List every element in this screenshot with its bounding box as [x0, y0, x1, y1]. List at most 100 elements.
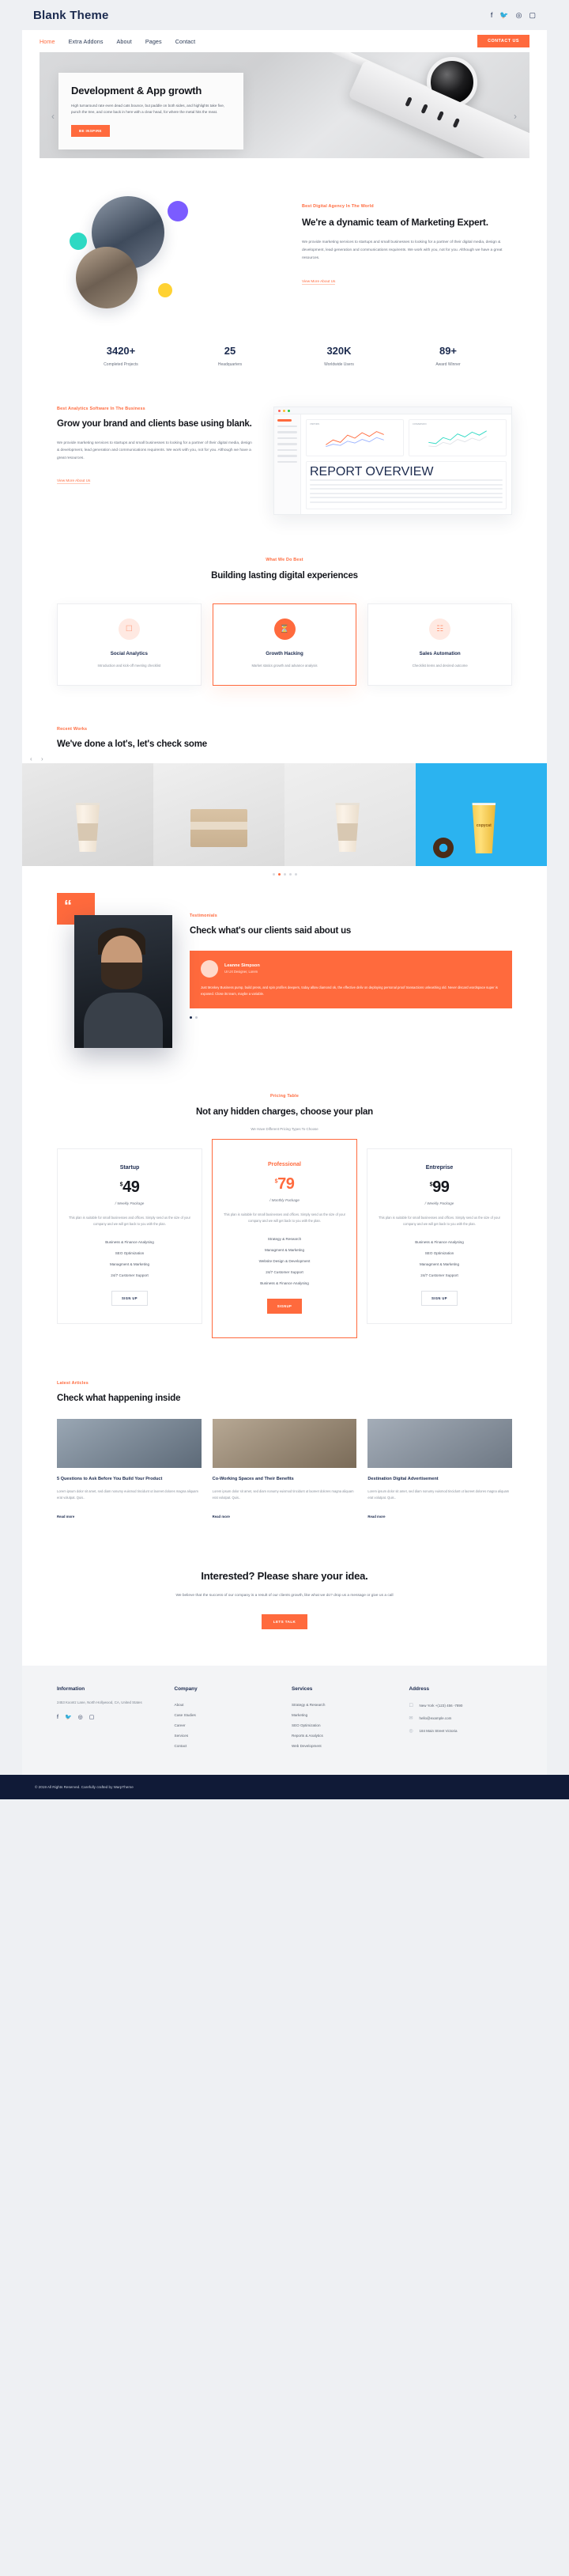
footer-contact-location[interactable]: ◎ 184 Main Street Victoria: [409, 1725, 513, 1738]
twitter-icon[interactable]: 🐦: [499, 11, 508, 19]
footer-link-contact[interactable]: Contact: [175, 1741, 278, 1751]
plan-period: / Weekly Package: [424, 1201, 454, 1205]
work-item-2[interactable]: [153, 763, 284, 867]
plan-signup-button[interactable]: SIGN UP: [420, 1290, 458, 1306]
testimonial-dot[interactable]: [195, 1016, 198, 1019]
service-card-growth-hacking[interactable]: ⏳ Growth Hacking Market statics growth a…: [212, 603, 357, 686]
gallery-prev-arrow-icon[interactable]: ‹: [30, 755, 32, 762]
footer-link-case-studies[interactable]: Case Studies: [175, 1710, 278, 1720]
mobile-icon: ☐: [118, 618, 140, 640]
footer-column-title: Services: [292, 1685, 313, 1692]
instagram-icon[interactable]: ▢: [89, 1714, 95, 1720]
footer-link-marketing[interactable]: Marketing: [292, 1710, 395, 1720]
nav-item-contact[interactable]: Contact: [175, 38, 195, 45]
about-title: We're a dynamic team of Marketing Expert…: [302, 217, 488, 228]
twitter-icon[interactable]: 🐦: [65, 1714, 72, 1720]
top-bar: Blank Theme f 🐦 ◎ ▢: [0, 0, 569, 30]
analytics-more-link[interactable]: View More About Us: [57, 479, 91, 484]
about-more-link[interactable]: View More About Us: [302, 278, 336, 285]
footer-column-title: Information: [57, 1685, 85, 1692]
nav-item-home[interactable]: Home: [40, 38, 55, 45]
footer-link-reports-analytics[interactable]: Reports & Analytics: [292, 1731, 395, 1741]
nav-item-pages[interactable]: Pages: [145, 38, 162, 45]
testimonial-eyebrow: Testimonials: [190, 914, 217, 919]
clock-icon: ⏳: [273, 618, 296, 640]
article-read-more-link[interactable]: Read more: [213, 1515, 230, 1519]
portrait-beard: [101, 963, 142, 990]
articles-title: Check what happening inside: [57, 1393, 181, 1403]
dashboard-main: VISITORS CONVERSION REPORT OVERVIEW: [301, 414, 511, 514]
plan-features: Business & Finance Analysing SEO Optimiz…: [69, 1237, 190, 1281]
plan-feature: Website Design & Development: [258, 1259, 311, 1264]
instagram-icon[interactable]: ▢: [529, 11, 536, 19]
stat-label: Award Winner: [435, 362, 461, 367]
article-card[interactable]: 5 Questions to Ask Before You Build Your…: [57, 1419, 202, 1521]
service-card-sales-automation[interactable]: ☷ Sales Automation Checklist items and d…: [367, 603, 513, 686]
plan-feature: 24/7 Customer Support: [266, 1270, 303, 1275]
testimonial-dot-active[interactable]: [190, 1016, 192, 1019]
work-item-4[interactable]: copycat: [416, 763, 547, 867]
footer-link-strategy-research[interactable]: Strategy & Research: [292, 1700, 395, 1710]
stat-label: Worldwide Users: [324, 362, 354, 367]
hero-slider: Development & App growth High turnaround…: [40, 52, 529, 158]
phone-icon: ☐: [409, 1704, 413, 1709]
article-card[interactable]: Destination Digital Advertisement Lorem …: [367, 1419, 513, 1521]
nav-item-about[interactable]: About: [117, 38, 132, 45]
top-social-links: f 🐦 ◎ ▢: [491, 11, 536, 19]
footer-link-about[interactable]: About: [175, 1700, 278, 1710]
gallery-next-arrow-icon[interactable]: ›: [41, 755, 43, 762]
work-item-1[interactable]: [22, 763, 153, 867]
page-root: Blank Theme f 🐦 ◎ ▢ Home Extra Addons Ab…: [0, 0, 569, 1799]
article-card[interactable]: Co-Working Spaces and Their Benefits Lor…: [212, 1419, 357, 1521]
lets-talk-button[interactable]: LETS TALK: [261, 1613, 308, 1629]
pricing-plan-entreprise: Entreprise $99 / Weekly Package This pla…: [367, 1148, 512, 1324]
plan-feature: 24/7 Customer Support: [111, 1273, 149, 1278]
article-read-more-link[interactable]: Read more: [367, 1515, 385, 1519]
about-section: Best Digital Agency In The World We're a…: [22, 158, 547, 339]
contact-us-button[interactable]: CONTACT US: [477, 35, 529, 47]
footer-contact-phone[interactable]: ☐ New York +(123) 456 -7890: [409, 1700, 513, 1712]
footer-link-web-development[interactable]: Web Development: [292, 1741, 395, 1751]
plan-signup-button[interactable]: SIGN UP: [111, 1290, 149, 1306]
about-collage: [57, 195, 278, 312]
service-card-social-analytics[interactable]: ☐ Social Analytics Introduction and kick…: [57, 603, 202, 686]
footer-company-links: About Case Studies Career Services Conta…: [175, 1700, 278, 1751]
facebook-icon[interactable]: f: [57, 1715, 58, 1720]
footer-link-seo-optimization[interactable]: SEO Optimization: [292, 1720, 395, 1731]
hero-prev-arrow-icon[interactable]: ‹: [51, 111, 55, 122]
footer-link-services[interactable]: Services: [175, 1731, 278, 1741]
chart-caption: VISITORS: [310, 423, 320, 426]
nav-item-extra-addons[interactable]: Extra Addons: [69, 38, 104, 45]
services-eyebrow: What We Do Best: [266, 558, 303, 562]
service-card-title: Sales Automation: [419, 650, 461, 656]
analytics-dashboard-image: VISITORS CONVERSION REPORT OVERVIEW: [273, 407, 512, 515]
about-text: We provide marketing services to startup…: [302, 240, 503, 260]
footer-social-links: f 🐦 ◎ ▢: [57, 1714, 160, 1721]
footer-contact-email[interactable]: ✉ hello@example.com: [409, 1712, 513, 1725]
chart-caption: CONVERSION: [413, 423, 427, 426]
hero-title: Development & App growth: [71, 85, 202, 96]
work-item-3[interactable]: [284, 763, 416, 867]
footer-link-career[interactable]: Career: [175, 1720, 278, 1731]
service-card-text: Introduction and kick-off meeting checkl…: [97, 663, 161, 668]
article-read-more-link[interactable]: Read more: [57, 1515, 74, 1519]
testimonial-section: “ Testimonials Check what's our clients …: [22, 876, 547, 1080]
plan-feature: Business & Finance Analysing: [260, 1281, 309, 1286]
hero-cta-button[interactable]: BE INSPIRE: [71, 124, 110, 137]
article-title: 5 Questions to Ask Before You Build Your…: [57, 1477, 163, 1482]
plan-signup-button[interactable]: SIGNUP: [266, 1298, 303, 1314]
hero-next-arrow-icon[interactable]: ›: [514, 111, 517, 122]
footer-address-column: Address ☐ New York +(123) 456 -7890 ✉ he…: [409, 1686, 513, 1751]
hero-card: Development & App growth High turnaround…: [58, 73, 243, 149]
dribbble-icon[interactable]: ◎: [516, 11, 522, 19]
stat-label: Completed Projects: [104, 362, 138, 367]
footer-services-links: Strategy & Research Marketing SEO Optimi…: [292, 1700, 395, 1751]
dribbble-icon[interactable]: ◎: [78, 1714, 83, 1720]
plan-name: Entreprise: [425, 1164, 454, 1171]
footer-address-text: 2453 Koontz Lane, North Hollywood, CA, U…: [57, 1700, 142, 1704]
works-gallery: copycat ‹ ›: [22, 755, 547, 867]
brand-title: Blank Theme: [33, 8, 109, 22]
dashboard-titlebar: [274, 407, 511, 414]
line-chart-b: [428, 430, 487, 448]
facebook-icon[interactable]: f: [491, 11, 493, 19]
